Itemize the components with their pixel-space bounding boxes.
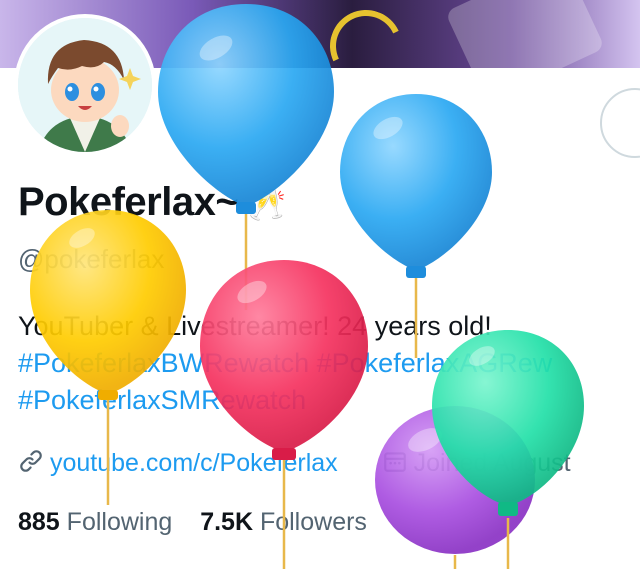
display-name: Pokeferlax~ 🥂: [18, 180, 286, 225]
following-count: 885: [18, 508, 60, 536]
profile-meta: youtube.com/c/Pokeferlax Joined August: [18, 448, 571, 481]
avatar-illustration: [18, 18, 152, 152]
banner-card-decoration: [444, 0, 606, 68]
followers-stat[interactable]: 7.5K Followers: [200, 508, 367, 536]
profile-stats: 885 Following 7.5K Followers: [18, 508, 367, 537]
link-icon: [18, 448, 44, 481]
profile-handle: @pokeferlax: [18, 244, 165, 274]
following-label: Following: [66, 508, 173, 536]
website-link[interactable]: youtube.com/c/Pokeferlax: [50, 449, 338, 477]
display-name-text: Pokeferlax~: [18, 180, 239, 224]
followers-count: 7.5K: [200, 508, 253, 536]
profile-bio: YouTuber & Livestreamer! 24 years old! #…: [18, 308, 640, 419]
name-emoji: 🥂: [248, 189, 286, 222]
hashtag-link[interactable]: #PokeferlaxBWRewatch: [18, 348, 309, 378]
follow-button[interactable]: [600, 88, 640, 158]
hashtag-link[interactable]: #PokeferlaxAGRew: [317, 348, 553, 378]
avatar[interactable]: [14, 14, 156, 156]
following-stat[interactable]: 885 Following: [18, 508, 172, 536]
bio-text: YouTuber & Livestreamer! 24 years old!: [18, 311, 492, 341]
followers-label: Followers: [259, 508, 367, 536]
hashtag-link[interactable]: #PokeferlaxSMRewatch: [18, 385, 306, 415]
calendar-icon: [382, 448, 408, 481]
joined-date: Joined August: [413, 449, 571, 478]
avatar-image: [18, 18, 152, 152]
banner-moon-decoration: [319, 0, 413, 68]
profile-page: Pokeferlax~ 🥂 @pokeferlax YouTuber & Liv…: [0, 0, 640, 569]
balloon-purple: [375, 406, 535, 569]
